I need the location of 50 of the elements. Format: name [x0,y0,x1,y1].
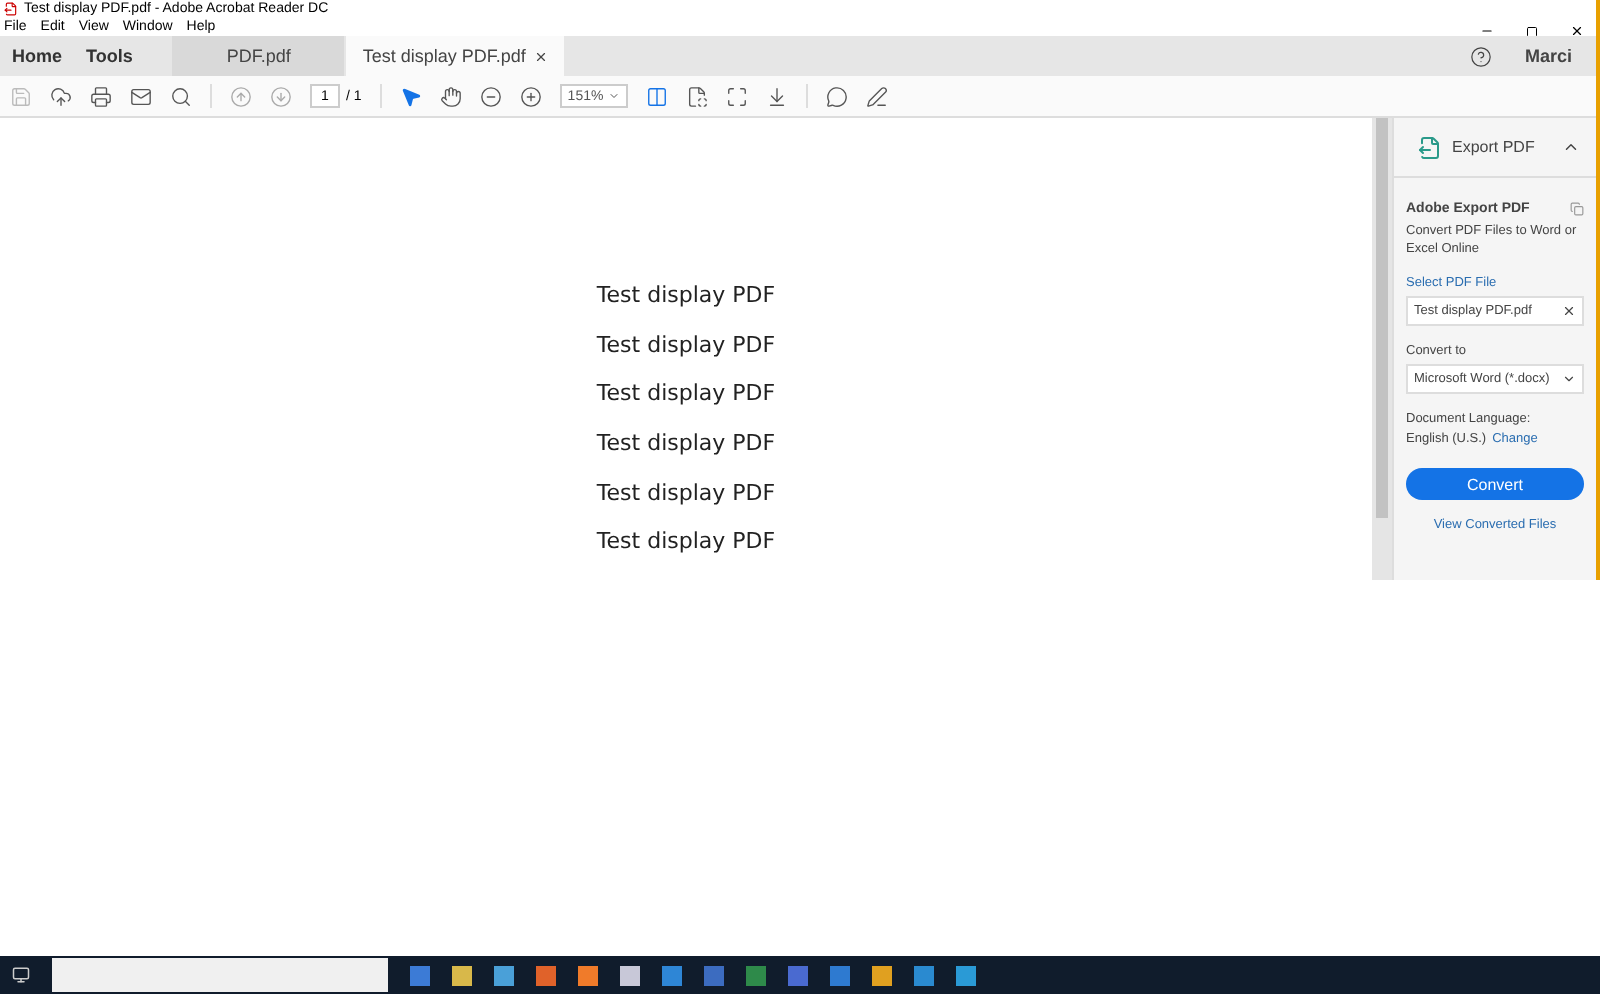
document-text: Test display PDF [596,479,776,510]
caret-icon [1562,372,1576,386]
copy-icon[interactable] [1570,202,1584,216]
maximize-icon[interactable] [1526,25,1538,37]
print-icon[interactable] [90,85,112,107]
collapse-icon [1562,138,1580,156]
pointer-icon[interactable] [399,85,422,107]
taskbar-search-field[interactable] [52,958,388,992]
hand-icon[interactable] [439,85,462,107]
document-tab[interactable]: PDF.pdf [172,36,345,76]
close-icon[interactable] [1570,24,1584,38]
sign-icon[interactable] [865,85,888,107]
caret-icon [607,90,620,102]
taskbar-app-icon[interactable] [536,965,556,985]
convert-button[interactable]: Convert [1406,468,1584,500]
nav-tab[interactable]: Home [0,36,75,76]
scrollbar[interactable] [1372,118,1392,580]
upload-icon[interactable] [50,85,72,107]
taskbar-app-icon[interactable] [452,965,472,985]
taskbar-app-icon[interactable] [662,965,682,985]
minimize-icon[interactable] [1480,24,1494,38]
taskbar-app-icon[interactable] [620,965,640,985]
taskbar-app-icon[interactable] [956,965,976,985]
mail-icon[interactable] [130,85,152,107]
document-tab[interactable]: Test display PDF.pdf [346,36,564,76]
search-icon[interactable] [170,85,192,107]
document-text: Test display PDF [596,282,776,312]
document-text: Test display PDF [596,380,776,411]
taskbar-app-icon[interactable] [914,965,934,985]
clear-icon[interactable] [1562,304,1576,318]
taskbar-app-icon[interactable] [494,965,514,985]
zoom-out-icon[interactable] [479,85,502,107]
fit-page-icon[interactable] [685,85,708,107]
document-text: Test display PDF [596,331,776,362]
export-file-icon [1418,135,1442,159]
app-icon [4,2,18,16]
start-icon[interactable] [12,966,30,984]
help-icon[interactable] [1470,45,1493,67]
scroll-mode-icon[interactable] [765,85,788,107]
document-text: Test display PDF [596,528,776,559]
document-text: Test display PDF [596,430,776,461]
page-layout-icon[interactable] [645,85,668,107]
nav-tab[interactable]: Tools [74,36,145,76]
zoom-in-icon[interactable] [519,85,542,107]
taskbar-app-icon[interactable] [872,965,892,985]
taskbar-app-icon[interactable] [578,965,598,985]
user-menu[interactable]: Marci [1512,44,1584,68]
full-screen-icon[interactable] [725,85,748,107]
comment-icon[interactable] [825,85,848,107]
close-icon[interactable] [533,49,548,63]
